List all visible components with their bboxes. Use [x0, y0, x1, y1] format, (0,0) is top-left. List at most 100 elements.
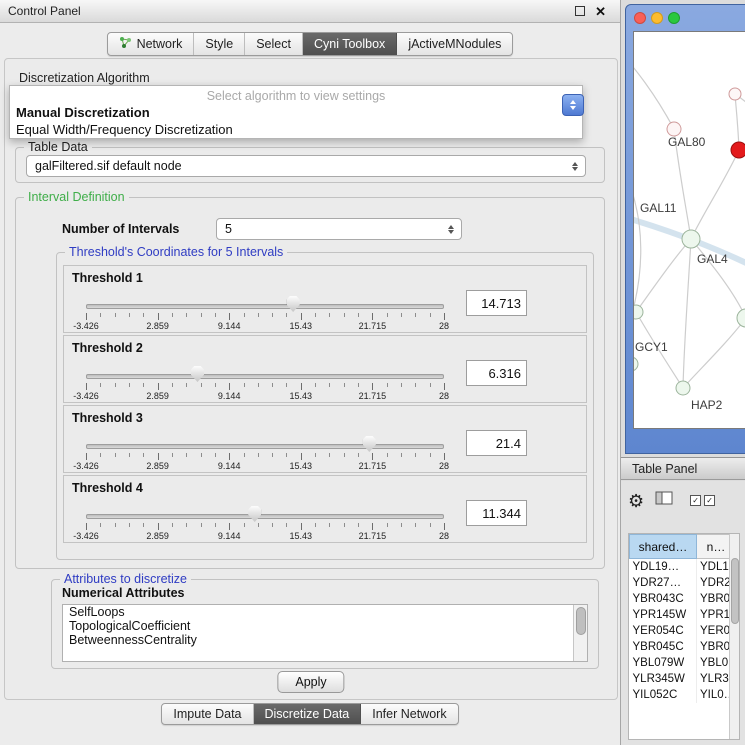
tab-jactivemodules[interactable]: jActiveMNodules — [397, 33, 512, 55]
settings-gear-icon[interactable]: ⚙ — [628, 492, 644, 510]
table-row[interactable]: YER054CYER0… — [630, 623, 736, 639]
bottom-tab-bar: Impute Data Discretize Data Infer Networ… — [0, 703, 620, 725]
table-row[interactable]: YBR045CYBR0… — [630, 639, 736, 655]
number-of-intervals-select[interactable]: 5 — [216, 218, 462, 240]
threshold-4-slider[interactable]: -3.4262.8599.14415.4321.71528 — [86, 498, 444, 540]
algorithm-option-manual[interactable]: Manual Discretization — [10, 103, 582, 121]
threshold-1-slider[interactable]: -3.4262.8599.14415.4321.71528 — [86, 288, 444, 330]
table-row[interactable]: YDR27…YDR2… — [630, 575, 736, 591]
tab-infer-network[interactable]: Infer Network — [361, 704, 457, 724]
network-canvas[interactable]: GAL80 GAL11 GAL4 GCY1 HAP2 — [633, 31, 745, 429]
table-cell[interactable]: YBR043C — [630, 591, 697, 607]
window-traffic-lights — [634, 12, 680, 24]
attribute-list-item[interactable]: TopologicalCoefficient — [63, 619, 587, 633]
list-scrollbar[interactable] — [573, 605, 587, 661]
tab-discretize-data[interactable]: Discretize Data — [254, 704, 362, 724]
algorithm-option-equal-width[interactable]: Equal Width/Frequency Discretization — [10, 121, 582, 138]
slider-track — [86, 444, 444, 449]
slider-tick-labels: -3.4262.8599.14415.4321.71528 — [86, 321, 444, 331]
tab-cyni-toolbox[interactable]: Cyni Toolbox — [303, 33, 397, 55]
column-selector-icon[interactable] — [655, 491, 673, 510]
network-node[interactable] — [634, 357, 638, 371]
slider-thumb[interactable] — [287, 296, 300, 312]
threshold-2-slider[interactable]: -3.4262.8599.14415.4321.71528 — [86, 358, 444, 400]
network-node[interactable] — [729, 88, 741, 100]
attribute-list-item[interactable]: SelfLoops — [63, 605, 587, 619]
combo-stepper-icon — [567, 162, 585, 171]
network-edge — [683, 239, 691, 388]
network-node[interactable] — [737, 309, 745, 327]
table-panel-body: ⚙ ✓ ✓ shared… n… YDL19…YDL — [621, 481, 745, 745]
network-node-selected-red[interactable] — [731, 142, 745, 158]
slider-track — [86, 514, 444, 519]
slider-thumb[interactable] — [363, 436, 376, 452]
threshold-1-value-field[interactable]: 14.713 — [466, 290, 527, 316]
algorithm-combo-stepper[interactable] — [562, 94, 584, 116]
close-traffic-light-icon[interactable] — [634, 12, 646, 24]
tab-network[interactable]: Network — [108, 33, 195, 55]
table-scrollbar[interactable] — [729, 534, 739, 739]
combo-stepper-icon — [443, 225, 461, 234]
table-cell[interactable]: YDR27… — [630, 575, 697, 591]
table-cell[interactable]: YER054C — [630, 623, 697, 639]
tab-style[interactable]: Style — [194, 33, 245, 55]
table-cell[interactable]: YBR045C — [630, 639, 697, 655]
threshold-label: Threshold 2 — [72, 341, 143, 355]
float-window-icon[interactable] — [575, 6, 585, 16]
column-header-shared-name[interactable]: shared… — [630, 535, 697, 559]
numerical-attributes-list[interactable]: SelfLoopsTopologicalCoefficientBetweenne… — [62, 604, 588, 662]
cyni-toolbox-panel: Discretization Algorithm Select algorith… — [4, 58, 618, 700]
slider-ticks — [86, 383, 444, 391]
tab-network-label: Network — [137, 37, 183, 51]
network-node[interactable] — [634, 305, 643, 319]
table-row[interactable]: YLR345WYLR3… — [630, 671, 736, 687]
slider-tick-labels: -3.4262.8599.14415.4321.71528 — [86, 461, 444, 471]
attributes-group-title: Attributes to discretize — [60, 572, 191, 586]
tab-impute-data[interactable]: Impute Data — [162, 704, 253, 724]
network-edge — [683, 318, 745, 388]
slider-ticks — [86, 453, 444, 461]
list-scrollbar-thumb[interactable] — [576, 607, 586, 635]
slider-thumb[interactable] — [191, 366, 204, 382]
table-cell[interactable]: YIL052C — [630, 687, 697, 703]
table-row[interactable]: YBR043CYBR0… — [630, 591, 736, 607]
select-none-checkbox-icon[interactable]: ✓ — [704, 495, 715, 506]
threshold-2-value-field[interactable]: 6.316 — [466, 360, 527, 386]
network-node[interactable] — [682, 230, 700, 248]
apply-button[interactable]: Apply — [277, 671, 344, 693]
threshold-3-slider[interactable]: -3.4262.8599.14415.4321.71528 — [86, 428, 444, 470]
table-cell[interactable]: YPR145W — [630, 607, 697, 623]
table-toolbar: ⚙ ✓ ✓ — [628, 491, 715, 510]
minimize-traffic-light-icon[interactable] — [651, 12, 663, 24]
node-table: shared… n… YDL19…YDL1…YDR27…YDR2…YBR043C… — [628, 533, 740, 740]
top-tab-bar: Network Style Select Cyni Toolbox jActiv… — [0, 32, 620, 56]
table-row[interactable]: YPR145WYPR1… — [630, 607, 736, 623]
select-all-checkbox-icon[interactable]: ✓ — [690, 495, 701, 506]
close-icon[interactable]: ✕ — [595, 5, 606, 18]
table-header-row: shared… n… — [630, 535, 736, 559]
table-cell[interactable]: YLR345W — [630, 671, 697, 687]
slider-tick-labels: -3.4262.8599.14415.4321.71528 — [86, 531, 444, 541]
number-of-intervals-label: Number of Intervals — [62, 222, 179, 236]
threshold-4-value-field[interactable]: 11.344 — [466, 500, 527, 526]
table-row[interactable]: YBL079WYBL0… — [630, 655, 736, 671]
threshold-3-value-field[interactable]: 21.4 — [466, 430, 527, 456]
table-cell[interactable]: YBL079W — [630, 655, 697, 671]
network-node[interactable] — [667, 122, 681, 136]
table-cell[interactable]: YDL19… — [630, 559, 697, 576]
tab-select[interactable]: Select — [245, 33, 303, 55]
threshold-label: Threshold 3 — [72, 411, 143, 425]
slider-thumb[interactable] — [248, 506, 261, 522]
algorithm-placeholder-option[interactable]: Select algorithm to view settings — [10, 86, 582, 103]
table-row[interactable]: YDL19…YDL1… — [630, 559, 736, 576]
threshold-3-block: Threshold 3 -3.4262.8599.14415.4321.7152… — [63, 405, 587, 473]
table-row[interactable]: YIL052CYIL0… — [630, 687, 736, 703]
zoom-traffic-light-icon[interactable] — [668, 12, 680, 24]
table-scrollbar-thumb[interactable] — [731, 558, 739, 624]
table-data-select[interactable]: galFiltered.sif default node — [26, 155, 586, 177]
attribute-list-item[interactable]: BetweennessCentrality — [63, 633, 587, 647]
network-node[interactable] — [676, 381, 690, 395]
threshold-label: Threshold 1 — [72, 271, 143, 285]
node-label-gal80: GAL80 — [668, 135, 706, 149]
slider-track — [86, 304, 444, 309]
